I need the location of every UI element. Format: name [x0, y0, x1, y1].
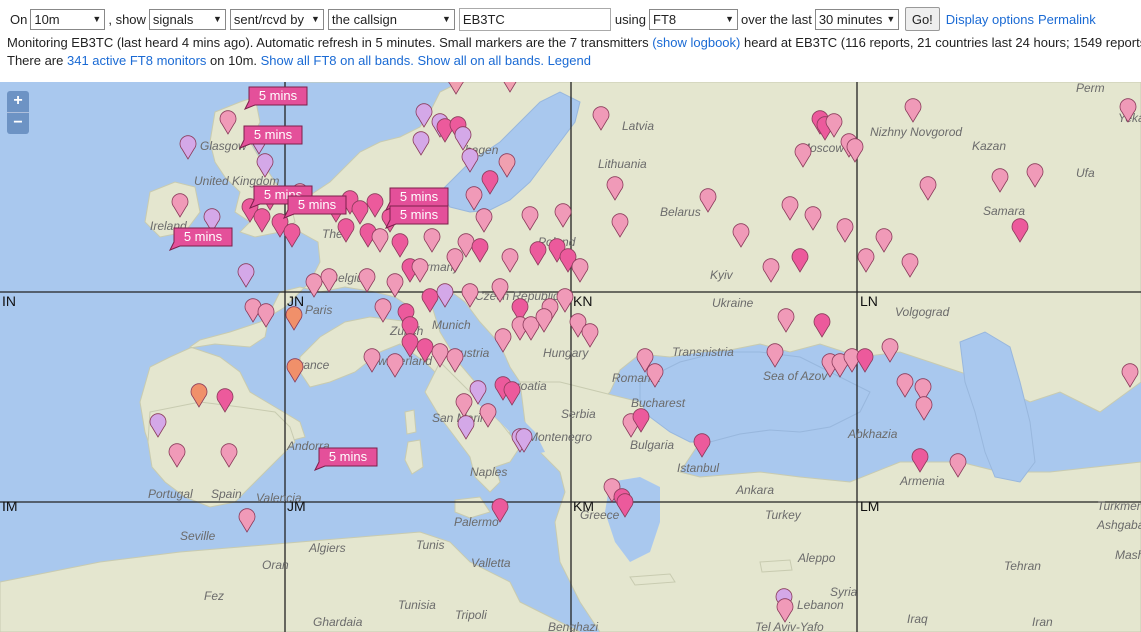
display-options-link[interactable]: Display options [946, 12, 1034, 27]
place-label: Tel Aviv-Yafo [755, 620, 824, 632]
place-label: Perm [1076, 82, 1105, 95]
go-button[interactable]: Go! [904, 7, 940, 31]
place-label: Portugal [148, 487, 193, 501]
dropdown-arrow-icon: ▼ [725, 14, 734, 24]
land-cyprus [759, 559, 793, 573]
place-label: Serbia [561, 407, 596, 421]
direction-select[interactable]: sent/rcvd by ▼ [229, 8, 324, 30]
place-label: Iraq [907, 612, 928, 626]
show-label: , show [108, 11, 146, 27]
place-label: Nizhny Novgorod [870, 125, 962, 139]
callout-label: 5 mins [329, 449, 368, 464]
place-label: Transnistria [672, 345, 734, 359]
place-label: Syria [830, 585, 858, 599]
over-label: over the last [741, 11, 812, 27]
callout-label: 5 mins [400, 189, 439, 204]
show-logbook-link[interactable]: (show logbook) [652, 35, 740, 50]
map-canvas[interactable]: PermYekaLatviaNizhny NovgorodKazanLithua… [0, 82, 1141, 632]
callout-label: 5 mins [298, 197, 337, 212]
place-label: Valletta [471, 556, 511, 570]
show-all-link[interactable]: Show all on all bands. [417, 53, 543, 68]
place-label: Tunis [416, 538, 444, 552]
place-label: Paris [305, 303, 332, 317]
place-label: Tehran [1004, 559, 1041, 573]
place-label: Aleppo [797, 551, 836, 565]
place-label: Kyiv [710, 268, 734, 282]
place-label: Seville [180, 529, 216, 543]
place-label: Lithuania [598, 157, 647, 171]
subject-select[interactable]: the callsign ▼ [327, 8, 455, 30]
place-label: Istanbul [677, 461, 719, 475]
place-label: Lebanon [797, 598, 844, 612]
dropdown-arrow-icon: ▼ [311, 14, 320, 24]
place-label: Armenia [899, 474, 945, 488]
place-label: Ufa [1076, 166, 1095, 180]
land-corsica [404, 409, 417, 435]
dropdown-arrow-icon: ▼ [213, 14, 222, 24]
callout-label: 5 mins [254, 127, 293, 142]
dropdown-arrow-icon: ▼ [886, 14, 896, 24]
legend-link[interactable]: Legend [548, 53, 591, 68]
place-label: Mash [1115, 548, 1141, 562]
place-label: Algiers [308, 541, 346, 555]
period-select[interactable]: 30 minutes ▼ [814, 8, 899, 30]
zoom-control: + − [7, 91, 29, 134]
place-label: Ashgaba [1096, 518, 1141, 532]
place-label: Ghardaia [313, 615, 363, 629]
grid-square-label: KN [573, 293, 592, 309]
status-line-2: There are 341 active FT8 monitors on 10m… [7, 53, 591, 68]
grid-square-label: IM [2, 498, 18, 514]
place-label: Kazan [972, 139, 1006, 153]
place-label: Tunisia [398, 598, 436, 612]
zoom-in-button[interactable]: + [7, 91, 29, 112]
callout-label: 5 mins [259, 88, 298, 103]
place-label: Fez [204, 589, 224, 603]
dropdown-arrow-icon: ▼ [92, 14, 102, 24]
callout-label: 5 mins [184, 229, 223, 244]
place-label: Iran [1032, 615, 1053, 629]
place-label: Hungary [543, 346, 589, 360]
place-label: Montenegro [528, 430, 592, 444]
permalink-link[interactable]: Permalink [1038, 12, 1096, 27]
place-label: Belarus [660, 205, 701, 219]
status-line-1: Monitoring EB3TC (last heard 4 mins ago)… [7, 35, 1141, 50]
place-label: Oran [262, 558, 289, 572]
place-label: Spain [211, 487, 242, 501]
callout-label: 5 mins [400, 207, 439, 222]
place-label: Palermo [454, 515, 499, 529]
show-select[interactable]: signals ▼ [148, 8, 226, 30]
mode-select[interactable]: FT8 ▼ [649, 8, 738, 30]
place-label: Tripoli [455, 608, 487, 622]
on-label: On [10, 11, 28, 27]
grid-square-label: JM [287, 498, 306, 514]
place-label: Ukraine [712, 296, 754, 310]
place-label: Naples [470, 465, 507, 479]
band-select[interactable]: 10m ▼ [30, 8, 106, 30]
control-bar: On 10m ▼ , show signals ▼ sent/rcvd by ▼ th… [0, 0, 1141, 82]
zoom-out-button[interactable]: − [7, 112, 29, 134]
place-label: Turkmen [1097, 499, 1141, 513]
place-label: Bucharest [631, 396, 686, 410]
place-label: Turkey [765, 508, 802, 522]
place-label: Sea of Azov [763, 369, 828, 383]
place-label: Abkhazia [847, 427, 898, 441]
place-label: Volgograd [895, 305, 950, 319]
map-view[interactable]: PermYekaLatviaNizhny NovgorodKazanLithua… [0, 82, 1141, 632]
show-all-ft8-link[interactable]: Show all FT8 on all bands. [261, 53, 414, 68]
using-label: using [614, 11, 646, 27]
query-row: On 10m ▼ , show signals ▼ sent/rcvd by ▼ th… [7, 7, 1096, 31]
grid-square-label: IN [2, 293, 16, 309]
grid-square-label: KM [573, 498, 594, 514]
grid-square-label: LM [860, 498, 879, 514]
place-label: Ankara [735, 483, 774, 497]
callsign-input[interactable]: EB3TC [458, 7, 611, 31]
place-label: Munich [432, 318, 471, 332]
place-label: Latvia [622, 119, 654, 133]
dropdown-arrow-icon: ▼ [442, 14, 451, 24]
place-label: Bulgaria [630, 438, 674, 452]
active-monitors-link[interactable]: 341 active FT8 monitors [67, 53, 206, 68]
grid-square-label: LN [860, 293, 878, 309]
place-label: Samara [983, 204, 1025, 218]
place-label: Benghazi [548, 620, 598, 632]
